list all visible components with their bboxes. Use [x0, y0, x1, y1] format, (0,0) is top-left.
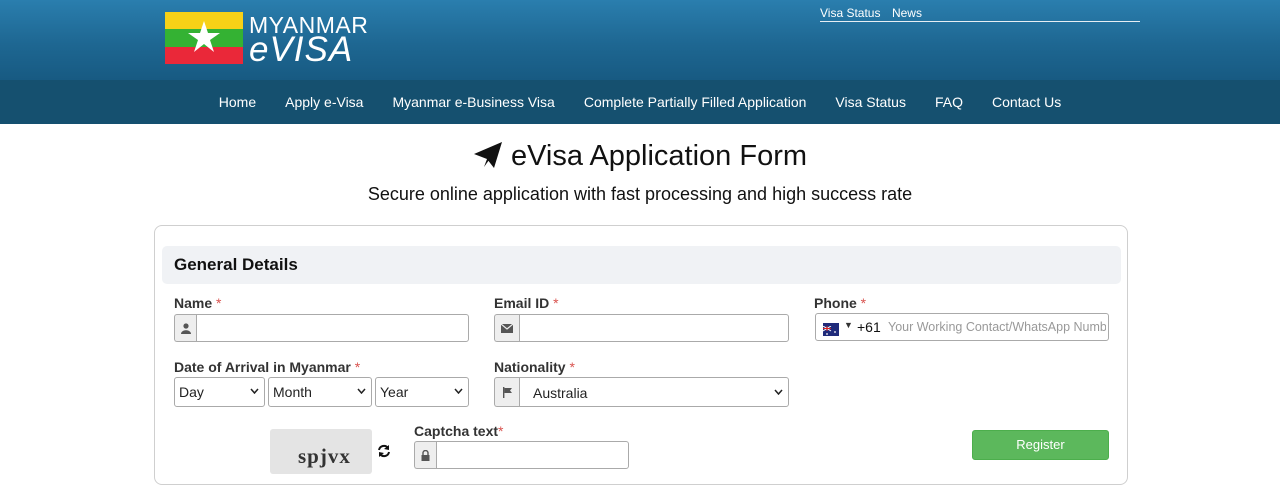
phone-placeholder[interactable]: Your Working Contact/WhatsApp Number: [888, 320, 1106, 334]
main-nav: Home Apply e-Visa Myanmar e-Business Vis…: [0, 80, 1280, 124]
australia-flag-icon[interactable]: [822, 323, 839, 336]
email-input-group: [494, 314, 789, 342]
user-icon: [174, 314, 196, 342]
captcha-input[interactable]: [436, 441, 629, 469]
phone-label: Phone *: [814, 295, 867, 311]
top-links: Visa Status News: [820, 4, 1140, 22]
name-input-group: [174, 314, 469, 342]
section-title: General Details: [174, 255, 298, 274]
name-input[interactable]: [196, 314, 469, 342]
nav-faq[interactable]: FAQ: [920, 94, 977, 110]
paper-plane-icon: [473, 142, 502, 168]
captcha-image: spjvx: [270, 429, 372, 474]
site-header: MYANMAR eVISA Visa Status News: [0, 0, 1280, 80]
name-label: Name *: [174, 295, 222, 311]
envelope-icon: [494, 314, 519, 342]
nationality-select[interactable]: Australia: [519, 377, 789, 407]
section-header: General Details: [162, 246, 1121, 284]
logo-text-evisa: eVISA: [249, 30, 354, 69]
myanmar-flag-icon: [165, 12, 243, 64]
arrival-date-label: Date of Arrival in Myanmar *: [174, 359, 361, 375]
page-title-text: eVisa Application Form: [510, 140, 808, 172]
flag-icon: [494, 377, 519, 407]
arrival-day-select[interactable]: Day: [174, 377, 265, 407]
nav-contact-us[interactable]: Contact Us: [977, 94, 1075, 110]
nationality-label: Nationality *: [494, 359, 575, 375]
chevron-down-icon[interactable]: ▼: [844, 320, 853, 330]
captcha-label: Captcha text*: [414, 423, 504, 439]
arrival-month-select[interactable]: Month: [268, 377, 372, 407]
captcha-input-group: [414, 441, 629, 469]
nav-complete-application[interactable]: Complete Partially Filled Application: [569, 94, 821, 110]
application-form-card: General Details Name * Email ID * Phone …: [154, 225, 1128, 485]
nav-home[interactable]: Home: [204, 94, 270, 110]
nav-ebusiness-visa[interactable]: Myanmar e-Business Visa: [378, 94, 569, 110]
phone-country-code: +61: [857, 319, 881, 335]
lock-icon: [414, 441, 436, 469]
email-input[interactable]: [519, 314, 789, 342]
top-link-news[interactable]: News: [892, 6, 922, 20]
site-logo[interactable]: MYANMAR eVISA: [165, 12, 375, 69]
register-button[interactable]: Register: [972, 430, 1109, 460]
refresh-icon[interactable]: [377, 444, 391, 458]
nav-visa-status[interactable]: Visa Status: [821, 94, 921, 110]
top-link-visa-status[interactable]: Visa Status: [820, 6, 880, 20]
phone-input[interactable]: ▼ +61 Your Working Contact/WhatsApp Numb…: [815, 313, 1109, 341]
nav-apply-evisa[interactable]: Apply e-Visa: [271, 94, 378, 110]
page-title: eVisa Application Form: [0, 140, 1280, 173]
arrival-year-select[interactable]: Year: [375, 377, 469, 407]
email-label: Email ID *: [494, 295, 559, 311]
page-subtitle: Secure online application with fast proc…: [367, 184, 913, 204]
nationality-select-group: Australia: [494, 377, 789, 407]
